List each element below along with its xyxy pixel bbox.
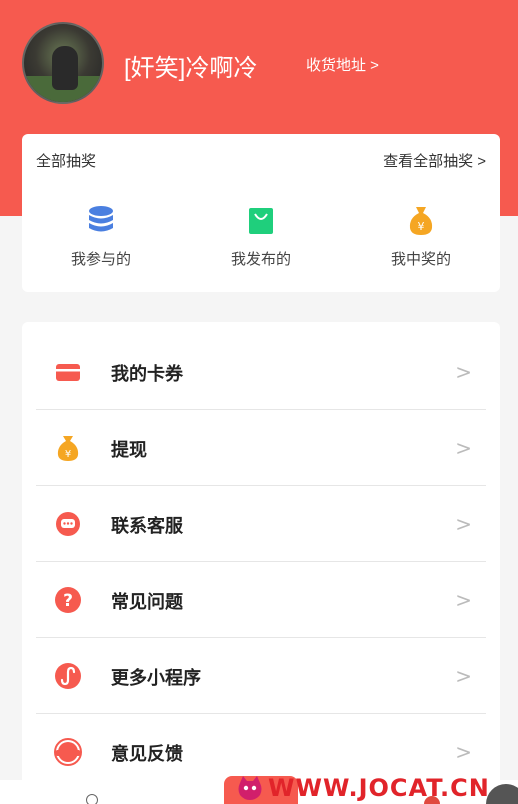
view-all-lottery-link[interactable]: 查看全部抽奖 >: [383, 150, 486, 171]
menu-item-withdraw[interactable]: ¥ 提现 >: [36, 410, 486, 486]
money-bag-icon: ¥: [57, 436, 79, 461]
coin-stack-icon: [89, 206, 113, 232]
shipping-address-link[interactable]: 收货地址 >: [306, 54, 379, 75]
menu-item-label: 提现: [111, 440, 147, 460]
chevron-right-icon: >: [455, 664, 472, 688]
shopping-bag-icon: [249, 208, 273, 234]
username: [奸笑]冷啊冷: [124, 55, 258, 82]
avatar-figure: [52, 46, 78, 90]
menu-item-label: 意见反馈: [111, 744, 183, 764]
svg-text:?: ?: [63, 591, 73, 611]
lottery-item-participated[interactable]: 我参与的: [41, 204, 161, 269]
menu-item-label: 更多小程序: [111, 668, 201, 688]
menu-item-label: 联系客服: [111, 516, 183, 536]
watermark-text: WWW.JOCAT.CN: [268, 774, 490, 802]
lottery-item-label: 我发布的: [230, 251, 291, 268]
chevron-right-icon: >: [455, 512, 472, 536]
menu-item-customer-service[interactable]: 联系客服 >: [36, 486, 486, 562]
menu-item-faq[interactable]: ? 常见问题 >: [36, 562, 486, 638]
lottery-item-published[interactable]: 我发布的: [201, 204, 321, 269]
lottery-item-label: 我参与的: [70, 251, 131, 268]
menu-item-label: 我的卡券: [111, 364, 183, 384]
money-bag-icon: ¥: [409, 207, 433, 235]
chevron-right-icon: >: [455, 740, 472, 764]
lottery-item-won[interactable]: ¥ 我中奖的: [361, 204, 481, 269]
menu-item-more-mini-programs[interactable]: 更多小程序 >: [36, 638, 486, 714]
menu-card: 我的卡券 > ¥ 提现 > 联系客服 > ? 常见问题 > 更多小程序 > 意见…: [22, 322, 500, 804]
watermark: WWW.JOCAT.CN: [236, 772, 490, 804]
cat-logo-icon: [238, 776, 262, 800]
lottery-card: 全部抽奖 查看全部抽奖 > 我参与的 我发布的 ¥ 我中奖的: [22, 134, 500, 292]
question-icon: ?: [55, 587, 81, 613]
svg-text:¥: ¥: [65, 449, 71, 460]
card-icon: [56, 364, 80, 381]
search-icon[interactable]: [86, 794, 98, 804]
mini-program-icon: [55, 663, 81, 689]
avatar[interactable]: [22, 22, 104, 104]
lottery-item-label: 我中奖的: [390, 251, 451, 268]
lottery-title: 全部抽奖: [36, 153, 97, 170]
chevron-right-icon: >: [455, 588, 472, 612]
chat-bubble-icon: [56, 512, 80, 536]
menu-item-my-coupons[interactable]: 我的卡券 >: [36, 334, 486, 410]
svg-text:¥: ¥: [418, 220, 425, 233]
chevron-right-icon: >: [455, 436, 472, 460]
menu-item-label: 常见问题: [111, 592, 183, 612]
chevron-right-icon: >: [455, 360, 472, 384]
feedback-icon: [54, 738, 82, 766]
